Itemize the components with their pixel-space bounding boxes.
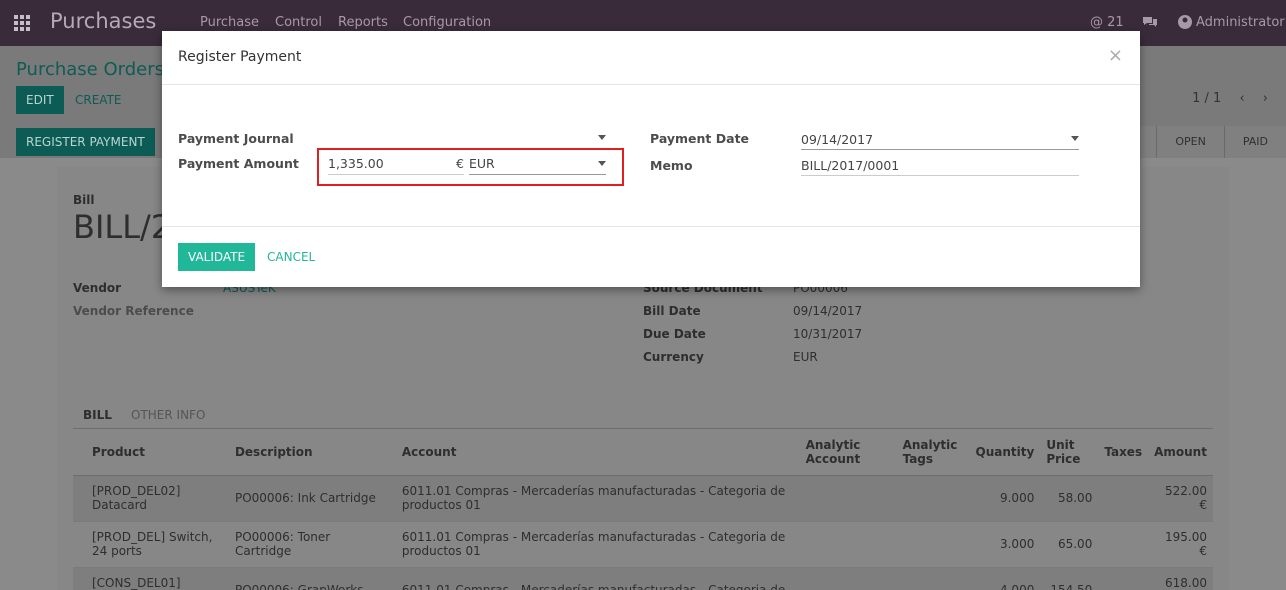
- payment-amount-input[interactable]: 1,335.00: [328, 155, 464, 175]
- cell-description: PO00006: Ink Cartridge: [228, 475, 396, 522]
- doc-type: Bill: [73, 193, 95, 207]
- currency-label: Currency: [643, 350, 704, 364]
- cell-unit-price: 154.50: [1040, 567, 1099, 590]
- col-description[interactable]: Description: [228, 429, 396, 476]
- cell-quantity: 4.000: [969, 567, 1041, 590]
- currency-value: EUR: [793, 350, 818, 364]
- pager-value: 1 / 1: [1192, 91, 1222, 106]
- app-brand: Purchases: [50, 9, 157, 33]
- status-open[interactable]: OPEN: [1156, 126, 1224, 158]
- pager: 1 / 1 ‹ ›: [1192, 91, 1268, 106]
- cell-taxes: [1098, 521, 1149, 568]
- chat-icon[interactable]: [1142, 15, 1158, 33]
- mentions-counter[interactable]: @ 21: [1090, 15, 1124, 30]
- invoice-lines-table: Product Description Account Analytic Acc…: [73, 429, 1213, 590]
- payment-currency-select[interactable]: EUR: [469, 155, 606, 175]
- dialog-title: Register Payment: [178, 49, 302, 65]
- payment-date-input[interactable]: 09/14/2017: [801, 130, 1079, 150]
- cell-taxes: [1098, 475, 1149, 522]
- chevron-down-icon: [598, 161, 606, 166]
- user-menu[interactable]: Administrator: [1196, 15, 1285, 30]
- col-taxes[interactable]: Taxes: [1098, 429, 1149, 476]
- vendor-reference-label: Vendor Reference: [73, 304, 194, 318]
- col-unit-price[interactable]: Unit Price: [1040, 429, 1099, 476]
- col-account[interactable]: Account: [395, 429, 800, 476]
- cell-description: PO00006: GrapWorks: [228, 567, 396, 590]
- payment-amount-label: Payment Amount: [178, 156, 299, 171]
- col-amount[interactable]: Amount: [1148, 429, 1213, 476]
- validate-button[interactable]: VALIDATE: [178, 243, 256, 271]
- status-paid[interactable]: PAID: [1223, 126, 1286, 158]
- cell-analytic-account: [799, 521, 897, 568]
- col-analytic-account[interactable]: Analytic Account: [799, 429, 897, 476]
- menu-control[interactable]: Control: [275, 15, 322, 30]
- payment-journal-label: Payment Journal: [178, 131, 294, 146]
- currency-symbol: €: [456, 156, 464, 171]
- dialog-footer: VALIDATE CANCEL: [162, 226, 1140, 287]
- bill-date-value: 09/14/2017: [793, 304, 863, 318]
- payment-journal-select[interactable]: [328, 129, 606, 149]
- cell-unit-price: 65.00: [1040, 521, 1099, 568]
- table-row[interactable]: [PROD_DEL02] Datacard PO00006: Ink Cartr…: [73, 475, 1213, 522]
- menu-reports[interactable]: Reports: [338, 15, 388, 30]
- cell-analytic-account: [799, 475, 897, 522]
- cell-analytic-tags: [896, 475, 970, 522]
- cell-account: 6011.01 Compras - Mercaderías manufactur…: [395, 567, 800, 590]
- menu-configuration[interactable]: Configuration: [403, 15, 491, 30]
- cell-amount: 618.00 €: [1148, 567, 1213, 590]
- cell-account: 6011.01 Compras - Mercaderías manufactur…: [395, 521, 800, 568]
- cell-quantity: 3.000: [969, 521, 1041, 568]
- cell-analytic-account: [799, 567, 897, 590]
- cell-quantity: 9.000: [969, 475, 1041, 522]
- table-header-row: Product Description Account Analytic Acc…: [73, 429, 1213, 476]
- breadcrumb[interactable]: Purchase Orders /: [16, 59, 176, 80]
- memo-input[interactable]: BILL/2017/0001: [801, 156, 1079, 176]
- payment-date-label: Payment Date: [650, 131, 750, 146]
- tab-other-info[interactable]: OTHER INFO: [131, 408, 205, 422]
- chevron-down-icon: [1071, 136, 1079, 141]
- payment-currency-value: EUR: [469, 156, 495, 171]
- cell-analytic-tags: [896, 521, 970, 568]
- cell-taxes: [1098, 567, 1149, 590]
- cell-product: [CONS_DEL01] Server: [73, 567, 229, 590]
- due-date-label: Due Date: [643, 327, 706, 341]
- menu-purchase[interactable]: Purchase: [200, 15, 259, 30]
- user-avatar-icon[interactable]: [1178, 15, 1192, 33]
- close-icon[interactable]: ×: [1108, 45, 1123, 66]
- cell-product: [PROD_DEL] Switch, 24 ports: [73, 521, 229, 568]
- cell-amount: 195.00 €: [1148, 521, 1213, 568]
- cancel-button[interactable]: CANCEL: [267, 243, 315, 271]
- register-payment-dialog: Register Payment × Payment Journal Payme…: [162, 31, 1140, 287]
- vendor-label: Vendor: [73, 281, 122, 295]
- chevron-right-icon[interactable]: ›: [1263, 91, 1268, 106]
- cell-analytic-tags: [896, 567, 970, 590]
- chevron-down-icon: [598, 135, 606, 140]
- cell-product: [PROD_DEL02] Datacard: [73, 475, 229, 522]
- cell-description: PO00006: Toner Cartridge: [228, 521, 396, 568]
- cell-unit-price: 58.00: [1040, 475, 1099, 522]
- doc-name: BILL/2: [73, 208, 172, 246]
- due-date-value: 10/31/2017: [793, 327, 863, 341]
- table-row[interactable]: [PROD_DEL] Switch, 24 ports PO00006: Ton…: [73, 521, 1213, 568]
- create-button[interactable]: CREATE: [65, 86, 132, 114]
- dialog-header: Register Payment ×: [162, 31, 1140, 85]
- apps-grid-icon[interactable]: [14, 15, 30, 31]
- payment-date-value: 09/14/2017: [801, 132, 874, 147]
- register-payment-button[interactable]: REGISTER PAYMENT: [16, 128, 155, 156]
- edit-button[interactable]: EDIT: [16, 86, 64, 114]
- col-product[interactable]: Product: [73, 429, 229, 476]
- bill-date-label: Bill Date: [643, 304, 701, 318]
- cell-amount: 522.00 €: [1148, 475, 1213, 522]
- tab-bill[interactable]: BILL: [83, 408, 112, 422]
- col-quantity[interactable]: Quantity: [969, 429, 1041, 476]
- table-row[interactable]: [CONS_DEL01] Server PO00006: GrapWorks 6…: [73, 567, 1213, 590]
- cell-account: 6011.01 Compras - Mercaderías manufactur…: [395, 475, 800, 522]
- col-analytic-tags[interactable]: Analytic Tags: [896, 429, 970, 476]
- memo-label: Memo: [650, 158, 693, 173]
- chevron-left-icon[interactable]: ‹: [1239, 91, 1244, 106]
